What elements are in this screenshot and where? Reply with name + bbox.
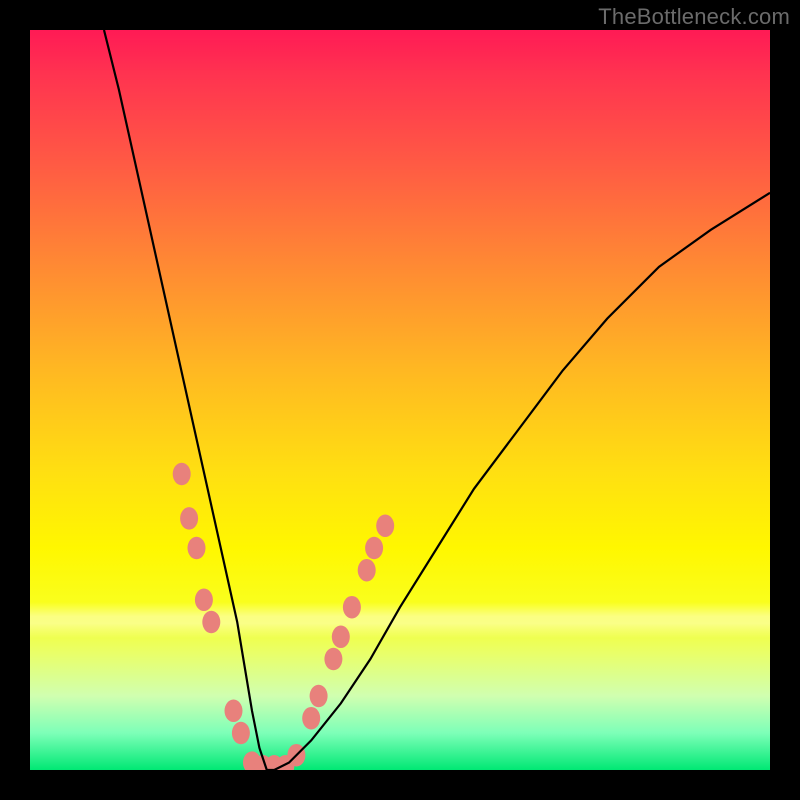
marker-dot bbox=[180, 507, 198, 530]
marker-dot bbox=[365, 537, 383, 560]
bottleneck-curve-path bbox=[104, 30, 770, 770]
marker-dot bbox=[310, 685, 328, 708]
marker-dot bbox=[173, 463, 191, 486]
plot-area bbox=[30, 30, 770, 770]
marker-dot bbox=[324, 648, 342, 671]
marker-dot bbox=[358, 559, 376, 582]
marker-dot bbox=[302, 707, 320, 730]
marker-dot bbox=[188, 537, 206, 560]
marker-dot bbox=[202, 611, 220, 634]
marker-dots-group bbox=[173, 463, 395, 770]
marker-dot bbox=[195, 589, 213, 612]
marker-dot bbox=[343, 596, 361, 619]
marker-dot bbox=[376, 515, 394, 538]
watermark-text: TheBottleneck.com bbox=[598, 4, 790, 30]
marker-dot bbox=[225, 700, 243, 723]
marker-dot bbox=[232, 722, 250, 745]
chart-frame: TheBottleneck.com bbox=[0, 0, 800, 800]
marker-dot bbox=[332, 626, 350, 649]
curve-layer bbox=[30, 30, 770, 770]
